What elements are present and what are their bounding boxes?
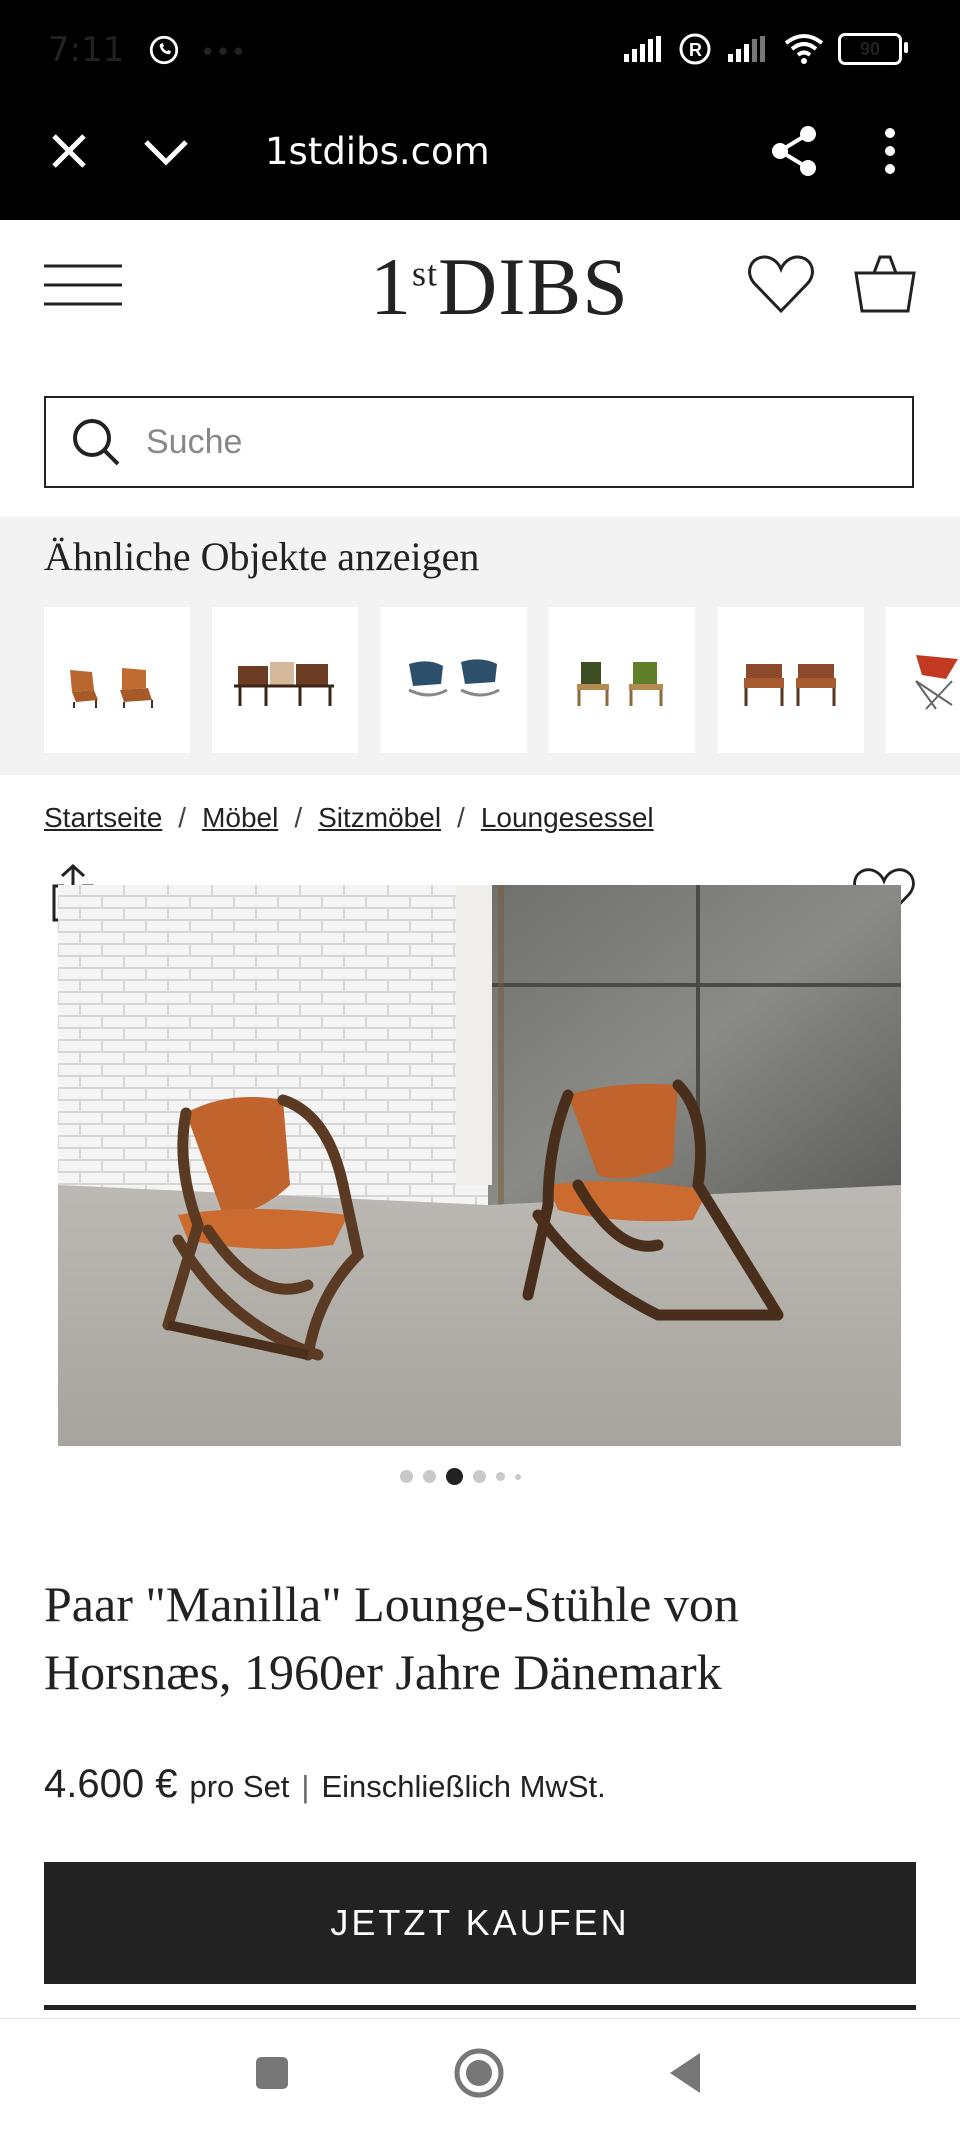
carousel-dot[interactable]	[473, 1470, 486, 1483]
breadcrumb-link[interactable]: Sitzmöbel	[318, 802, 441, 834]
breadcrumb-link[interactable]: Loungesessel	[481, 802, 654, 834]
product-price: 4.600 €	[44, 1762, 178, 1806]
chair-thumbnail	[577, 662, 663, 706]
carousel-indicator[interactable]	[400, 1468, 521, 1485]
home-icon[interactable]	[453, 2047, 505, 2099]
similar-objects-title: Ähnliche Objekte anzeigen	[44, 534, 480, 579]
carousel-dot[interactable]	[515, 1473, 521, 1480]
url-text[interactable]: 1stdibs.com	[265, 130, 490, 173]
breadcrumb-link[interactable]: Startseite	[44, 802, 162, 834]
breadcrumb-link[interactable]: Möbel	[202, 802, 278, 834]
breadcrumb-separator: /	[457, 802, 465, 833]
product-photo-chairs	[58, 885, 901, 1446]
chair-thumbnail	[408, 659, 500, 697]
product-title: Paar "Manilla" Lounge-Stühle von Horsnæs…	[44, 1576, 739, 1700]
share-icon[interactable]	[770, 124, 820, 178]
signal-2-icon	[728, 36, 765, 62]
back-icon[interactable]	[666, 2051, 704, 2095]
chair-thumbnail	[70, 668, 153, 708]
chair-thumbnail	[744, 664, 836, 706]
similar-item[interactable]	[212, 607, 358, 753]
price-row: 4.600 € pro Set | Einschließlich MwSt.	[44, 1762, 606, 1807]
carousel-dot-active[interactable]	[446, 1468, 463, 1485]
breadcrumb-separator: /	[294, 802, 303, 833]
recent-apps-icon[interactable]	[254, 2055, 290, 2091]
similar-item[interactable]	[44, 607, 190, 753]
site-logo[interactable]: 1stDIBS	[370, 240, 629, 334]
wifi-icon	[784, 34, 824, 64]
battery-level: 90	[859, 38, 881, 59]
more-notifications-icon: •••	[199, 38, 246, 68]
similar-item[interactable]	[886, 607, 960, 753]
search-bar[interactable]	[44, 396, 914, 488]
search-icon	[73, 419, 120, 466]
menu-icon[interactable]	[44, 263, 124, 307]
heart-icon[interactable]	[748, 253, 814, 315]
next-button-edge[interactable]	[44, 2005, 916, 2010]
similar-item[interactable]	[718, 607, 864, 753]
status-time: 7:11 •••	[48, 30, 246, 70]
price-tax-note: Einschließlich MwSt.	[321, 1769, 606, 1804]
breadcrumb: Startseite / Möbel / Sitzmöbel / Lounges…	[44, 802, 654, 834]
product-image[interactable]	[58, 885, 901, 1446]
carousel-dot[interactable]	[400, 1470, 413, 1483]
similar-item[interactable]	[549, 607, 695, 753]
signal-icon	[624, 36, 661, 62]
breadcrumb-separator: /	[178, 802, 187, 833]
registered-icon: R	[679, 33, 711, 65]
similar-item[interactable]	[381, 607, 527, 753]
status-icons: R 90	[624, 26, 908, 72]
chair-thumbnail	[915, 655, 958, 710]
carousel-dot[interactable]	[496, 1472, 505, 1481]
chevron-down-icon[interactable]	[142, 132, 190, 170]
buy-now-button[interactable]: JETZT KAUFEN	[44, 1862, 916, 1984]
svg-text:R: R	[689, 40, 702, 60]
more-vertical-icon[interactable]	[880, 126, 900, 176]
price-separator: |	[301, 1769, 310, 1804]
whatsapp-icon	[150, 35, 179, 65]
cart-icon[interactable]	[852, 253, 918, 315]
close-icon[interactable]	[50, 132, 88, 170]
price-unit: pro Set	[189, 1769, 290, 1804]
battery-icon: 90	[838, 33, 908, 65]
chair-thumbnail	[234, 662, 334, 706]
search-input[interactable]	[144, 421, 848, 463]
carousel-dot[interactable]	[423, 1470, 436, 1483]
